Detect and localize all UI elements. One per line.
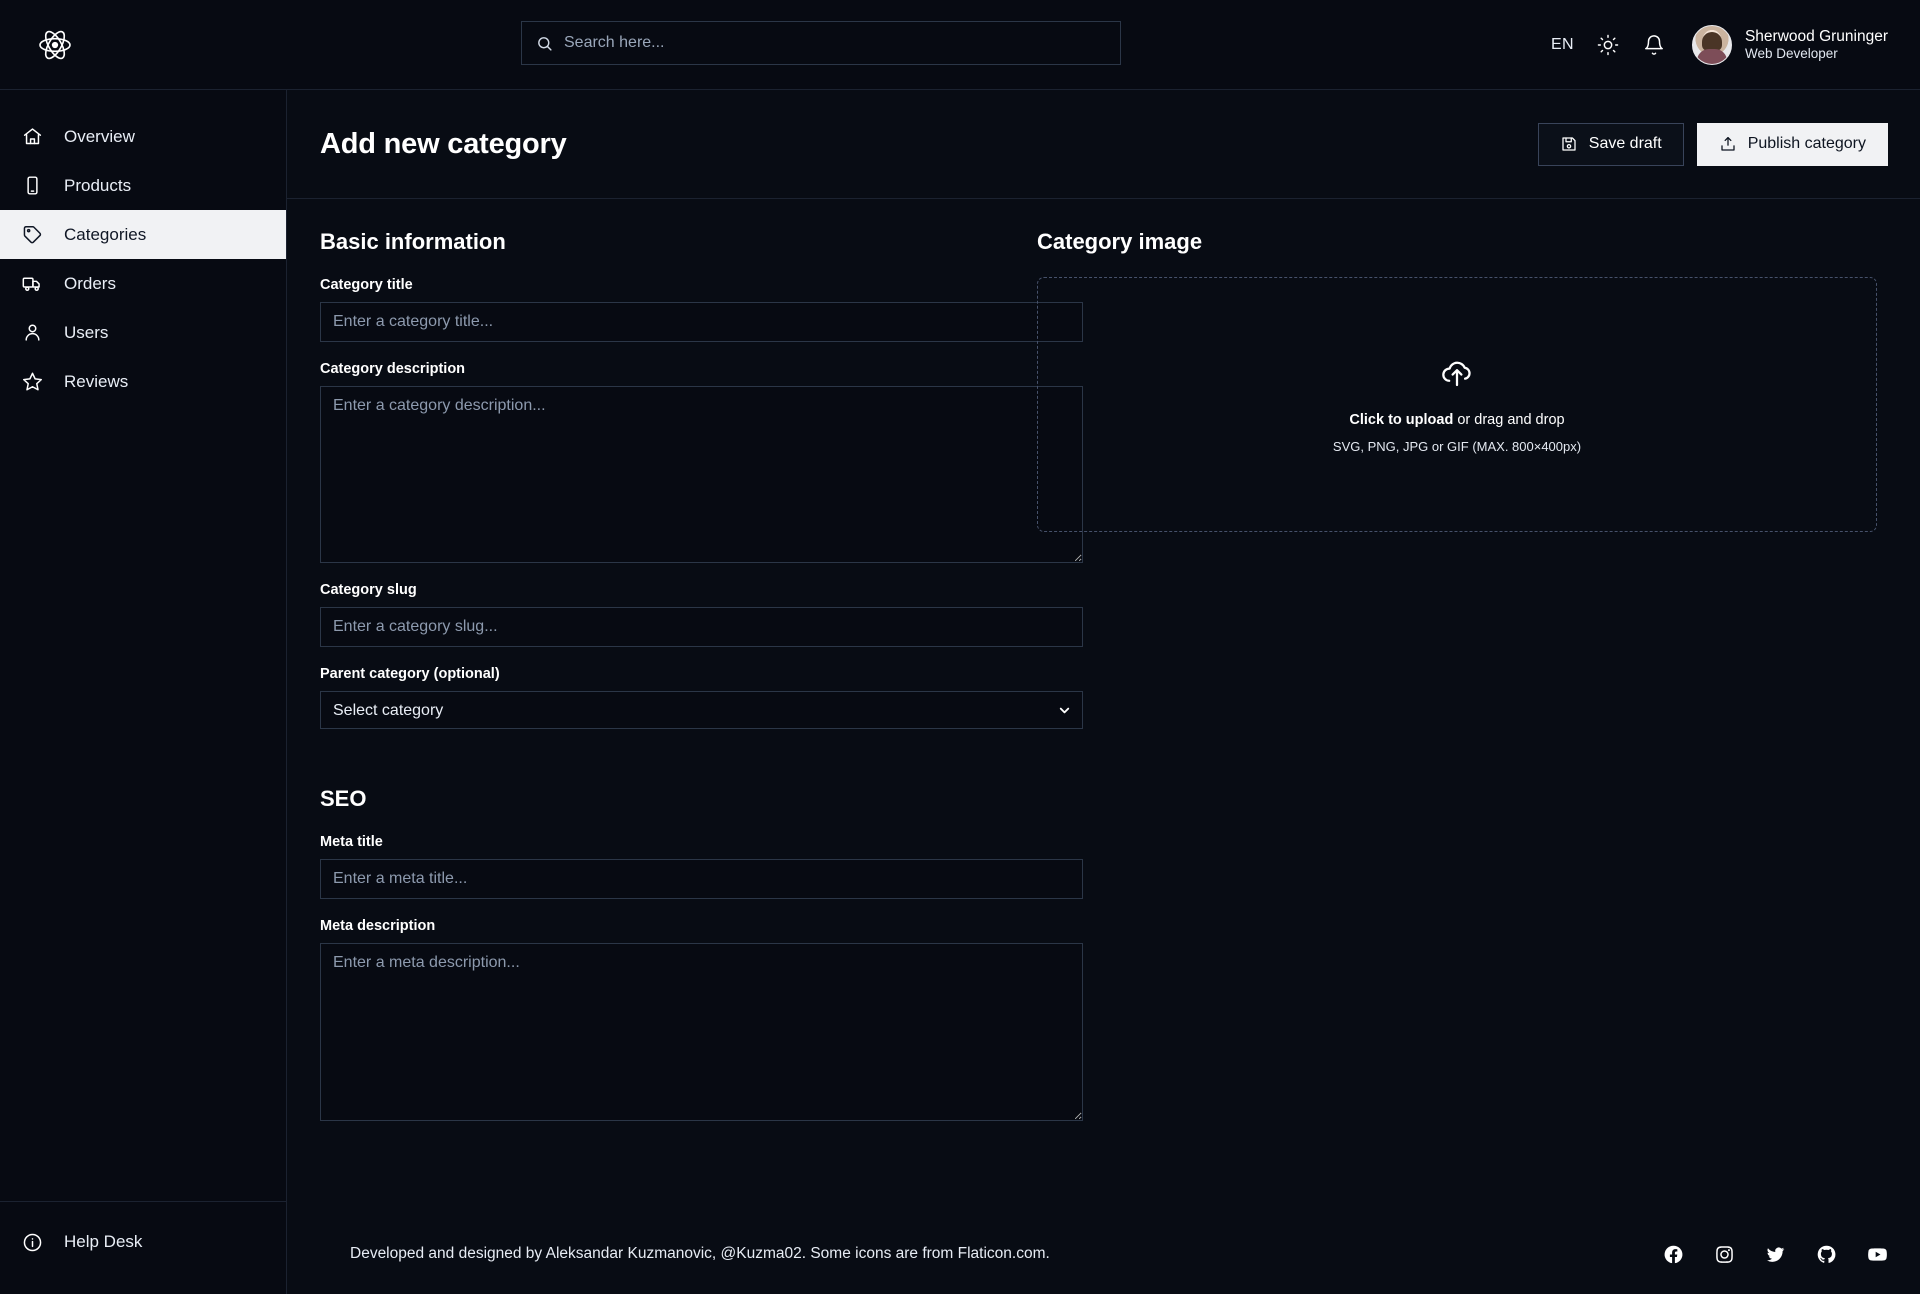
category-image-dropzone[interactable]: Click to upload or drag and drop SVG, PN… bbox=[1037, 277, 1877, 532]
theme-toggle-button[interactable] bbox=[1596, 33, 1620, 57]
sidebar-nav: Overview Products Categories Orders User… bbox=[0, 112, 286, 406]
field-category-slug: Category slug bbox=[320, 582, 1083, 647]
category-slug-input[interactable] bbox=[320, 607, 1083, 647]
dropzone-cta-rest: or drag and drop bbox=[1453, 411, 1565, 428]
top-bar: EN Sherwood Gruninger bbox=[0, 0, 1920, 90]
page-content: Basic information Category title Categor… bbox=[287, 199, 1920, 1214]
seo-heading: SEO bbox=[320, 786, 367, 811]
dropzone-formats: SVG, PNG, JPG or GIF (MAX. 800×400px) bbox=[1332, 438, 1582, 454]
user-profile-menu[interactable]: Sherwood Gruninger Web Developer bbox=[1691, 25, 1888, 65]
field-parent-category: Parent category (optional) Select catego… bbox=[320, 666, 1083, 729]
truck-icon bbox=[22, 277, 40, 291]
parent-category-label: Parent category (optional) bbox=[320, 666, 500, 682]
user-info: Sherwood Gruninger Web Developer bbox=[1745, 27, 1888, 63]
basic-information-heading: Basic information bbox=[320, 229, 506, 254]
publish-category-label: Publish category bbox=[1747, 135, 1866, 152]
notifications-button[interactable] bbox=[1642, 33, 1666, 57]
sidebar-item-help-desk[interactable]: Help Desk bbox=[0, 1220, 286, 1264]
language-selector[interactable]: EN bbox=[1551, 36, 1574, 54]
field-category-title: Category title bbox=[320, 277, 1083, 342]
meta-title-label: Meta title bbox=[320, 834, 383, 850]
upload-icon bbox=[1721, 136, 1735, 151]
category-title-label: Category title bbox=[320, 277, 413, 293]
sidebar-item-label: Categories bbox=[64, 224, 147, 244]
search-icon bbox=[538, 36, 552, 51]
github-icon[interactable] bbox=[1816, 1244, 1837, 1265]
category-title-input[interactable] bbox=[320, 302, 1083, 342]
sidebar-item-label: Users bbox=[64, 322, 109, 342]
facebook-icon[interactable] bbox=[1663, 1244, 1684, 1265]
page-header: Add new category Save draft Publish cate… bbox=[287, 90, 1920, 199]
save-draft-label: Save draft bbox=[1588, 135, 1662, 152]
footer-credit: Developed and designed by Aleksandar Kuz… bbox=[350, 1245, 1050, 1262]
sidebar-item-label: Products bbox=[64, 175, 132, 195]
category-description-label: Category description bbox=[320, 361, 466, 377]
app-logo[interactable] bbox=[0, 27, 110, 63]
sidebar-item-overview[interactable]: Overview bbox=[0, 112, 286, 161]
publish-category-button[interactable]: Publish category bbox=[1696, 122, 1888, 166]
parent-category-select[interactable]: Select category bbox=[320, 691, 1083, 729]
page-header-actions: Save draft Publish category bbox=[1537, 122, 1888, 166]
meta-title-input[interactable] bbox=[320, 859, 1083, 899]
home-icon bbox=[23, 128, 42, 145]
meta-description-textarea[interactable] bbox=[320, 943, 1083, 1121]
page-footer: Developed and designed by Aleksandar Kuz… bbox=[287, 1214, 1920, 1294]
star-icon bbox=[23, 372, 42, 391]
instagram-icon[interactable] bbox=[1714, 1244, 1735, 1265]
sidebar-item-categories[interactable]: Categories bbox=[0, 210, 286, 259]
save-icon bbox=[1562, 137, 1576, 151]
sidebar-item-products[interactable]: Products bbox=[0, 161, 286, 210]
app-root: EN Sherwood Gruninger bbox=[0, 0, 1920, 1294]
meta-description-label: Meta description bbox=[320, 918, 436, 934]
user-name: Sherwood Gruninger bbox=[1744, 27, 1888, 45]
save-draft-button[interactable]: Save draft bbox=[1537, 122, 1684, 166]
form-column: Basic information Category title Categor… bbox=[320, 229, 1083, 1214]
react-atom-icon bbox=[39, 30, 71, 59]
smartphone-icon bbox=[27, 176, 38, 195]
category-description-textarea[interactable] bbox=[320, 386, 1083, 563]
sidebar-item-label: Reviews bbox=[64, 371, 129, 391]
cloud-upload-icon bbox=[1442, 361, 1471, 386]
sidebar-item-users[interactable]: Users bbox=[0, 308, 286, 357]
sidebar: Overview Products Categories Orders User… bbox=[0, 90, 287, 1294]
image-column: Category image Click to upload or drag a… bbox=[980, 229, 1887, 1214]
sidebar-item-label: Overview bbox=[64, 126, 135, 146]
category-image-heading: Category image bbox=[1037, 229, 1203, 254]
dropzone-cta: Click to upload or drag and drop bbox=[1349, 412, 1564, 428]
sidebar-item-label: Orders bbox=[64, 273, 116, 293]
tag-icon bbox=[23, 225, 42, 244]
dropzone-cta-bold: Click to upload bbox=[1349, 411, 1454, 428]
top-bar-actions: EN Sherwood Gruninger Web Developer bbox=[1551, 0, 1888, 90]
field-meta-title: Meta title bbox=[320, 834, 1083, 899]
field-category-description: Category description bbox=[320, 361, 1083, 563]
user-icon bbox=[25, 324, 40, 341]
help-desk-label: Help Desk bbox=[64, 1232, 143, 1251]
body-row: Overview Products Categories Orders User… bbox=[0, 90, 1920, 1294]
youtube-icon[interactable] bbox=[1867, 1244, 1888, 1265]
sun-icon bbox=[1597, 34, 1619, 56]
sidebar-footer: Help Desk bbox=[0, 1201, 286, 1294]
info-circle-icon bbox=[23, 1233, 42, 1251]
search-input[interactable] bbox=[564, 34, 1106, 52]
sidebar-item-reviews[interactable]: Reviews bbox=[0, 357, 286, 406]
footer-socials bbox=[1663, 1244, 1888, 1265]
field-meta-description: Meta description bbox=[320, 918, 1083, 1121]
bell-icon bbox=[1644, 35, 1663, 55]
user-role: Web Developer bbox=[1744, 46, 1838, 62]
page-title: Add new category bbox=[320, 127, 567, 160]
sidebar-item-orders[interactable]: Orders bbox=[0, 259, 286, 308]
avatar bbox=[1691, 25, 1732, 65]
search-bar[interactable] bbox=[521, 21, 1121, 65]
main-area: Add new category Save draft Publish cate… bbox=[287, 90, 1920, 1294]
twitter-icon[interactable] bbox=[1765, 1244, 1786, 1265]
category-slug-label: Category slug bbox=[320, 582, 417, 598]
